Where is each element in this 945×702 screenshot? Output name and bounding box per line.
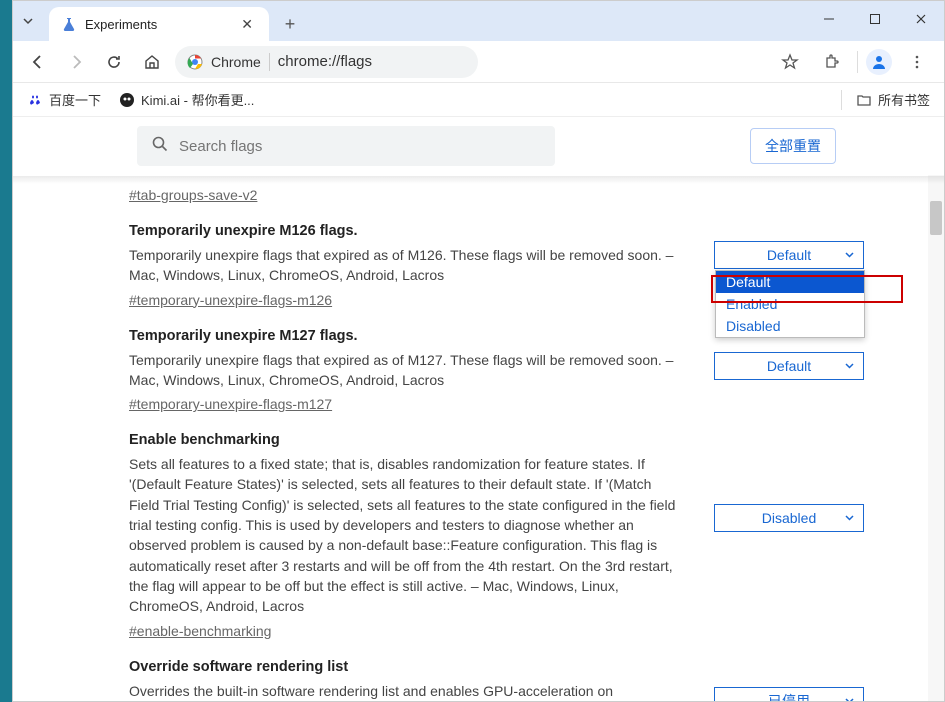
- extensions-icon[interactable]: [815, 47, 849, 77]
- reload-button[interactable]: [99, 47, 129, 77]
- flag-title: Enable benchmarking: [129, 432, 684, 448]
- browser-window: Experiments ✕ + Chrome chrome://flags: [12, 0, 945, 702]
- search-icon: [151, 135, 169, 158]
- flag-description: Temporarily unexpire flags that expired …: [129, 350, 684, 391]
- flag-value: Default: [767, 247, 811, 263]
- chevron-down-icon: [844, 358, 855, 374]
- toolbar-separator: [857, 51, 858, 73]
- scrollbar-thumb[interactable]: [930, 201, 942, 235]
- back-button[interactable]: [23, 47, 53, 77]
- flag-item: Temporarily unexpire M127 flags. Tempora…: [129, 328, 864, 415]
- flag-link[interactable]: #temporary-unexpire-flags-m126: [129, 292, 332, 308]
- flag-description: Sets all features to a fixed state; that…: [129, 454, 684, 616]
- flag-item: Enable benchmarking Sets all features to…: [129, 432, 864, 640]
- flag-link[interactable]: #tab-groups-save-v2: [129, 187, 257, 203]
- kimi-icon: [119, 92, 135, 108]
- folder-icon: [856, 92, 872, 108]
- page-content: 全部重置 #tab-groups-save-v2 Temporarily une…: [13, 117, 944, 701]
- flag-title: Temporarily unexpire M126 flags.: [129, 223, 684, 239]
- chevron-down-icon: [844, 693, 855, 701]
- bookmark-label: Kimi.ai - 帮你看更...: [141, 90, 254, 109]
- all-bookmarks-button[interactable]: 所有书签: [856, 90, 930, 109]
- flag-link[interactable]: #temporary-unexpire-flags-m127: [129, 396, 332, 412]
- browser-tab[interactable]: Experiments ✕: [49, 7, 269, 41]
- bookmark-kimi[interactable]: Kimi.ai - 帮你看更...: [119, 90, 254, 109]
- dropdown-option-disabled[interactable]: Disabled: [716, 315, 864, 337]
- bookmark-label: 百度一下: [49, 90, 101, 109]
- bookmark-label: 所有书签: [878, 90, 930, 109]
- chrome-icon: [187, 54, 203, 70]
- minimize-button[interactable]: [806, 1, 852, 37]
- flag-link[interactable]: #enable-benchmarking: [129, 623, 271, 639]
- baidu-icon: [27, 92, 43, 108]
- url-text: chrome://flags: [278, 53, 372, 70]
- toolbar: Chrome chrome://flags: [13, 41, 944, 83]
- flask-icon: [61, 16, 77, 32]
- flag-description: Temporarily unexpire flags that expired …: [129, 245, 684, 286]
- bookmarks-bar: 百度一下 Kimi.ai - 帮你看更... 所有书签: [13, 83, 944, 117]
- reset-all-button[interactable]: 全部重置: [750, 128, 836, 164]
- flag-title: Temporarily unexpire M127 flags.: [129, 328, 684, 344]
- close-window-button[interactable]: [898, 1, 944, 37]
- flag-select[interactable]: Disabled: [714, 504, 864, 532]
- window-controls: [806, 1, 944, 37]
- content-shadow: [13, 176, 944, 184]
- url-separator: [269, 53, 270, 71]
- flags-list: #tab-groups-save-v2 Temporarily unexpire…: [13, 175, 928, 701]
- flag-select[interactable]: 已停用: [714, 687, 864, 701]
- new-tab-button[interactable]: +: [275, 9, 305, 39]
- dropdown-option-enabled[interactable]: Enabled: [716, 293, 864, 315]
- chevron-down-icon: [844, 510, 855, 526]
- tab-title: Experiments: [85, 17, 229, 32]
- flag-select[interactable]: Default Default Enabled Disabled: [714, 241, 864, 269]
- tabs-dropdown-icon[interactable]: [13, 1, 43, 41]
- search-input[interactable]: [179, 138, 541, 155]
- search-flags-box[interactable]: [137, 126, 555, 166]
- flag-value: Disabled: [762, 510, 816, 526]
- bookmark-baidu[interactable]: 百度一下: [27, 90, 101, 109]
- chevron-down-icon: [844, 247, 855, 263]
- flag-item: Temporarily unexpire M126 flags. Tempora…: [129, 223, 864, 310]
- menu-icon[interactable]: [900, 47, 934, 77]
- title-bar: Experiments ✕ +: [13, 1, 944, 41]
- dropdown-option-default[interactable]: Default: [716, 271, 864, 293]
- flag-dropdown: Default Enabled Disabled: [715, 270, 865, 338]
- bookmarks-separator: [841, 90, 842, 110]
- profile-avatar[interactable]: [866, 49, 892, 75]
- address-bar[interactable]: Chrome chrome://flags: [175, 46, 478, 78]
- flag-select[interactable]: Default: [714, 352, 864, 380]
- maximize-button[interactable]: [852, 1, 898, 37]
- bookmark-star-icon[interactable]: [773, 47, 807, 77]
- url-chip: Chrome: [211, 54, 261, 70]
- flag-value: Default: [767, 358, 811, 374]
- scrollbar[interactable]: [928, 175, 944, 701]
- close-icon[interactable]: ✕: [237, 16, 257, 33]
- flags-header: 全部重置: [13, 117, 944, 175]
- forward-button[interactable]: [61, 47, 91, 77]
- home-button[interactable]: [137, 47, 167, 77]
- flag-value: 已停用: [768, 691, 810, 701]
- flag-item: Override software rendering list Overrid…: [129, 659, 864, 701]
- flag-description: Overrides the built-in software renderin…: [129, 681, 684, 701]
- flag-title: Override software rendering list: [129, 659, 684, 675]
